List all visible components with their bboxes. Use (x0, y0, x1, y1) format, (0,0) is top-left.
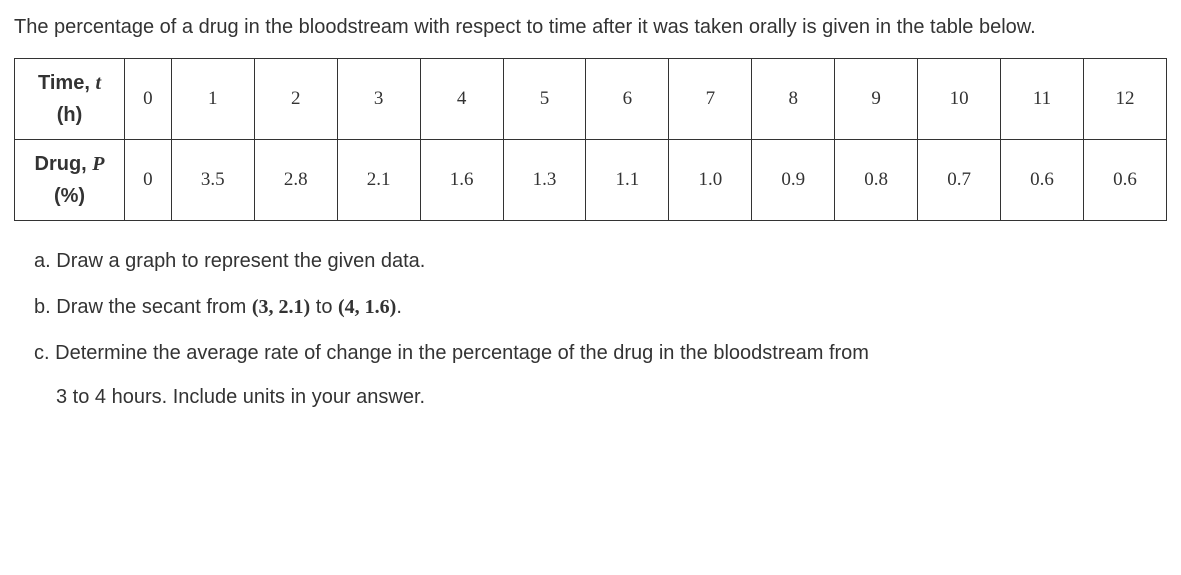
drug-cell: 1.0 (669, 140, 752, 221)
question-a: a. Draw a graph to represent the given d… (34, 239, 1167, 283)
time-cell: 1 (171, 59, 254, 140)
question-b-pair1: (3, 2.1) (252, 296, 310, 318)
question-b-mid: to (310, 296, 338, 318)
question-c-label: c. (34, 342, 50, 364)
question-b-prefix: Draw the secant from (56, 296, 252, 318)
time-cell: 3 (337, 59, 420, 140)
data-table: Time, t (h) 0 1 2 3 4 5 6 7 8 9 10 11 12… (14, 58, 1167, 221)
time-cell: 8 (752, 59, 835, 140)
question-a-label: a. (34, 250, 51, 272)
drug-cell: 0.6 (1083, 140, 1166, 221)
time-cell: 7 (669, 59, 752, 140)
question-b-label: b. (34, 296, 51, 318)
time-label-var: t (95, 72, 101, 94)
drug-cell: 0.8 (835, 140, 918, 221)
drug-cell: 1.3 (503, 140, 586, 221)
table-row-time: Time, t (h) 0 1 2 3 4 5 6 7 8 9 10 11 12 (15, 59, 1167, 140)
time-cell: 11 (1001, 59, 1084, 140)
time-cell: 5 (503, 59, 586, 140)
time-cell: 12 (1083, 59, 1166, 140)
drug-label-main: Drug, (35, 153, 93, 175)
intro-text: The percentage of a drug in the bloodstr… (14, 10, 1167, 44)
table-row-drug: Drug, P (%) 0 3.5 2.8 2.1 1.6 1.3 1.1 1.… (15, 140, 1167, 221)
drug-cell: 0.6 (1001, 140, 1084, 221)
question-c: c. Determine the average rate of change … (34, 331, 1167, 419)
drug-cell: 1.1 (586, 140, 669, 221)
question-b: b. Draw the secant from (3, 2.1) to (4, … (34, 285, 1167, 329)
time-cell: 4 (420, 59, 503, 140)
questions-list: a. Draw a graph to represent the given d… (14, 239, 1167, 419)
drug-cell: 0.7 (918, 140, 1001, 221)
time-label-main: Time, (38, 72, 95, 94)
drug-cell: 0 (125, 140, 172, 221)
row-header-drug: Drug, P (%) (15, 140, 125, 221)
question-b-suffix: . (396, 296, 402, 318)
time-cell: 0 (125, 59, 172, 140)
drug-cell: 1.6 (420, 140, 503, 221)
time-cell: 10 (918, 59, 1001, 140)
drug-label-unit: (%) (21, 180, 118, 212)
time-cell: 2 (254, 59, 337, 140)
time-cell: 9 (835, 59, 918, 140)
row-header-time: Time, t (h) (15, 59, 125, 140)
time-label-unit: (h) (21, 99, 118, 131)
drug-cell: 2.1 (337, 140, 420, 221)
question-c-line2: 3 to 4 hours. Include units in your answ… (34, 375, 1167, 419)
drug-cell: 3.5 (171, 140, 254, 221)
drug-label-var: P (92, 153, 104, 175)
question-c-line1: Determine the average rate of change in … (55, 342, 869, 364)
question-b-pair2: (4, 1.6) (338, 296, 396, 318)
question-a-text: Draw a graph to represent the given data… (56, 250, 425, 272)
drug-cell: 0.9 (752, 140, 835, 221)
drug-cell: 2.8 (254, 140, 337, 221)
time-cell: 6 (586, 59, 669, 140)
